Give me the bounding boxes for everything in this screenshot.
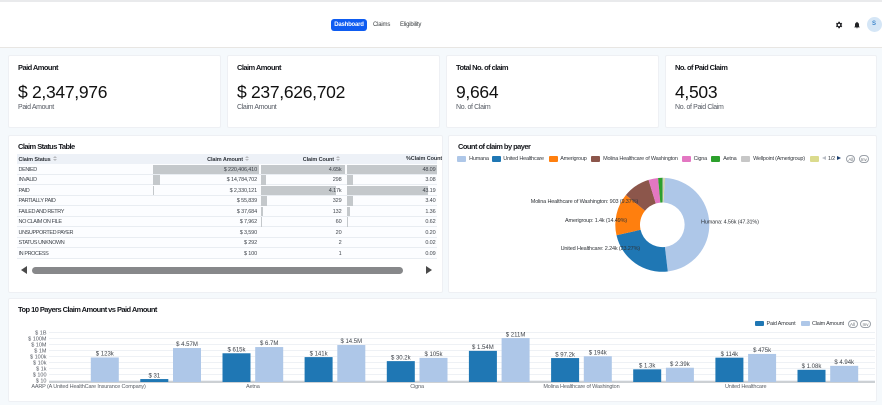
svg-text:$ 105k: $ 105k [424,352,443,358]
svg-text:Cigna: Cigna [410,384,425,390]
svg-text:$ 4.94k: $ 4.94k [834,360,855,366]
svg-text:$ 123k: $ 123k [96,352,115,358]
svg-text:Molina Healthcare of Washingto: Molina Healthcare of Washington: 903 (9.… [531,199,639,205]
svg-text:Molina Healthcare of Washingto: Molina Healthcare of Washington [543,384,619,390]
svg-text:United Healthcare: 2.24k (23.2: United Healthcare: 2.24k (23.27%) [561,246,641,252]
svg-text:$ 114k: $ 114k [721,352,740,358]
svg-text:$ 100M: $ 100M [28,337,47,343]
svg-text:$ 6.7M: $ 6.7M [260,341,278,347]
svg-text:Amerigroup: 1.4k (14.49%): Amerigroup: 1.4k (14.49%) [565,218,627,224]
svg-text:$ 615k: $ 615k [227,348,246,354]
svg-text:$ 211M: $ 211M [506,332,526,338]
svg-text:Humana: 4.56k (47.31%): Humana: 4.56k (47.31%) [701,220,759,226]
svg-text:$ 31: $ 31 [148,373,160,379]
svg-text:Aetna: Aetna [246,384,261,390]
svg-text:$ 14.5M: $ 14.5M [340,339,362,345]
svg-text:$ 2.39k: $ 2.39k [670,362,691,368]
svg-text:$ 1k: $ 1k [36,367,47,373]
svg-text:$ 100: $ 100 [33,373,47,379]
svg-text:$ 141k: $ 141k [310,351,329,357]
svg-text:$ 97.2k: $ 97.2k [555,352,576,358]
svg-text:AARP (A United HealthCare Insu: AARP (A United HealthCare Insurance Comp… [31,384,146,390]
svg-text:$ 30.2k: $ 30.2k [391,355,412,361]
svg-text:$ 1.3k: $ 1.3k [639,364,656,370]
svg-text:United Healthcare: United Healthcare [725,384,767,390]
svg-text:$ 100k: $ 100k [30,355,47,361]
svg-text:$ 194k: $ 194k [589,351,608,357]
svg-text:$ 4.57M: $ 4.57M [176,342,198,348]
svg-text:$ 1B: $ 1B [35,331,47,337]
svg-text:$ 10k: $ 10k [33,361,47,367]
svg-text:$ 1.54M: $ 1.54M [472,345,494,351]
svg-text:$ 10M: $ 10M [31,343,47,349]
svg-text:$ 1.08k: $ 1.08k [802,364,823,370]
svg-text:$ 475k: $ 475k [753,348,772,354]
svg-text:$ 1M: $ 1M [34,349,47,355]
